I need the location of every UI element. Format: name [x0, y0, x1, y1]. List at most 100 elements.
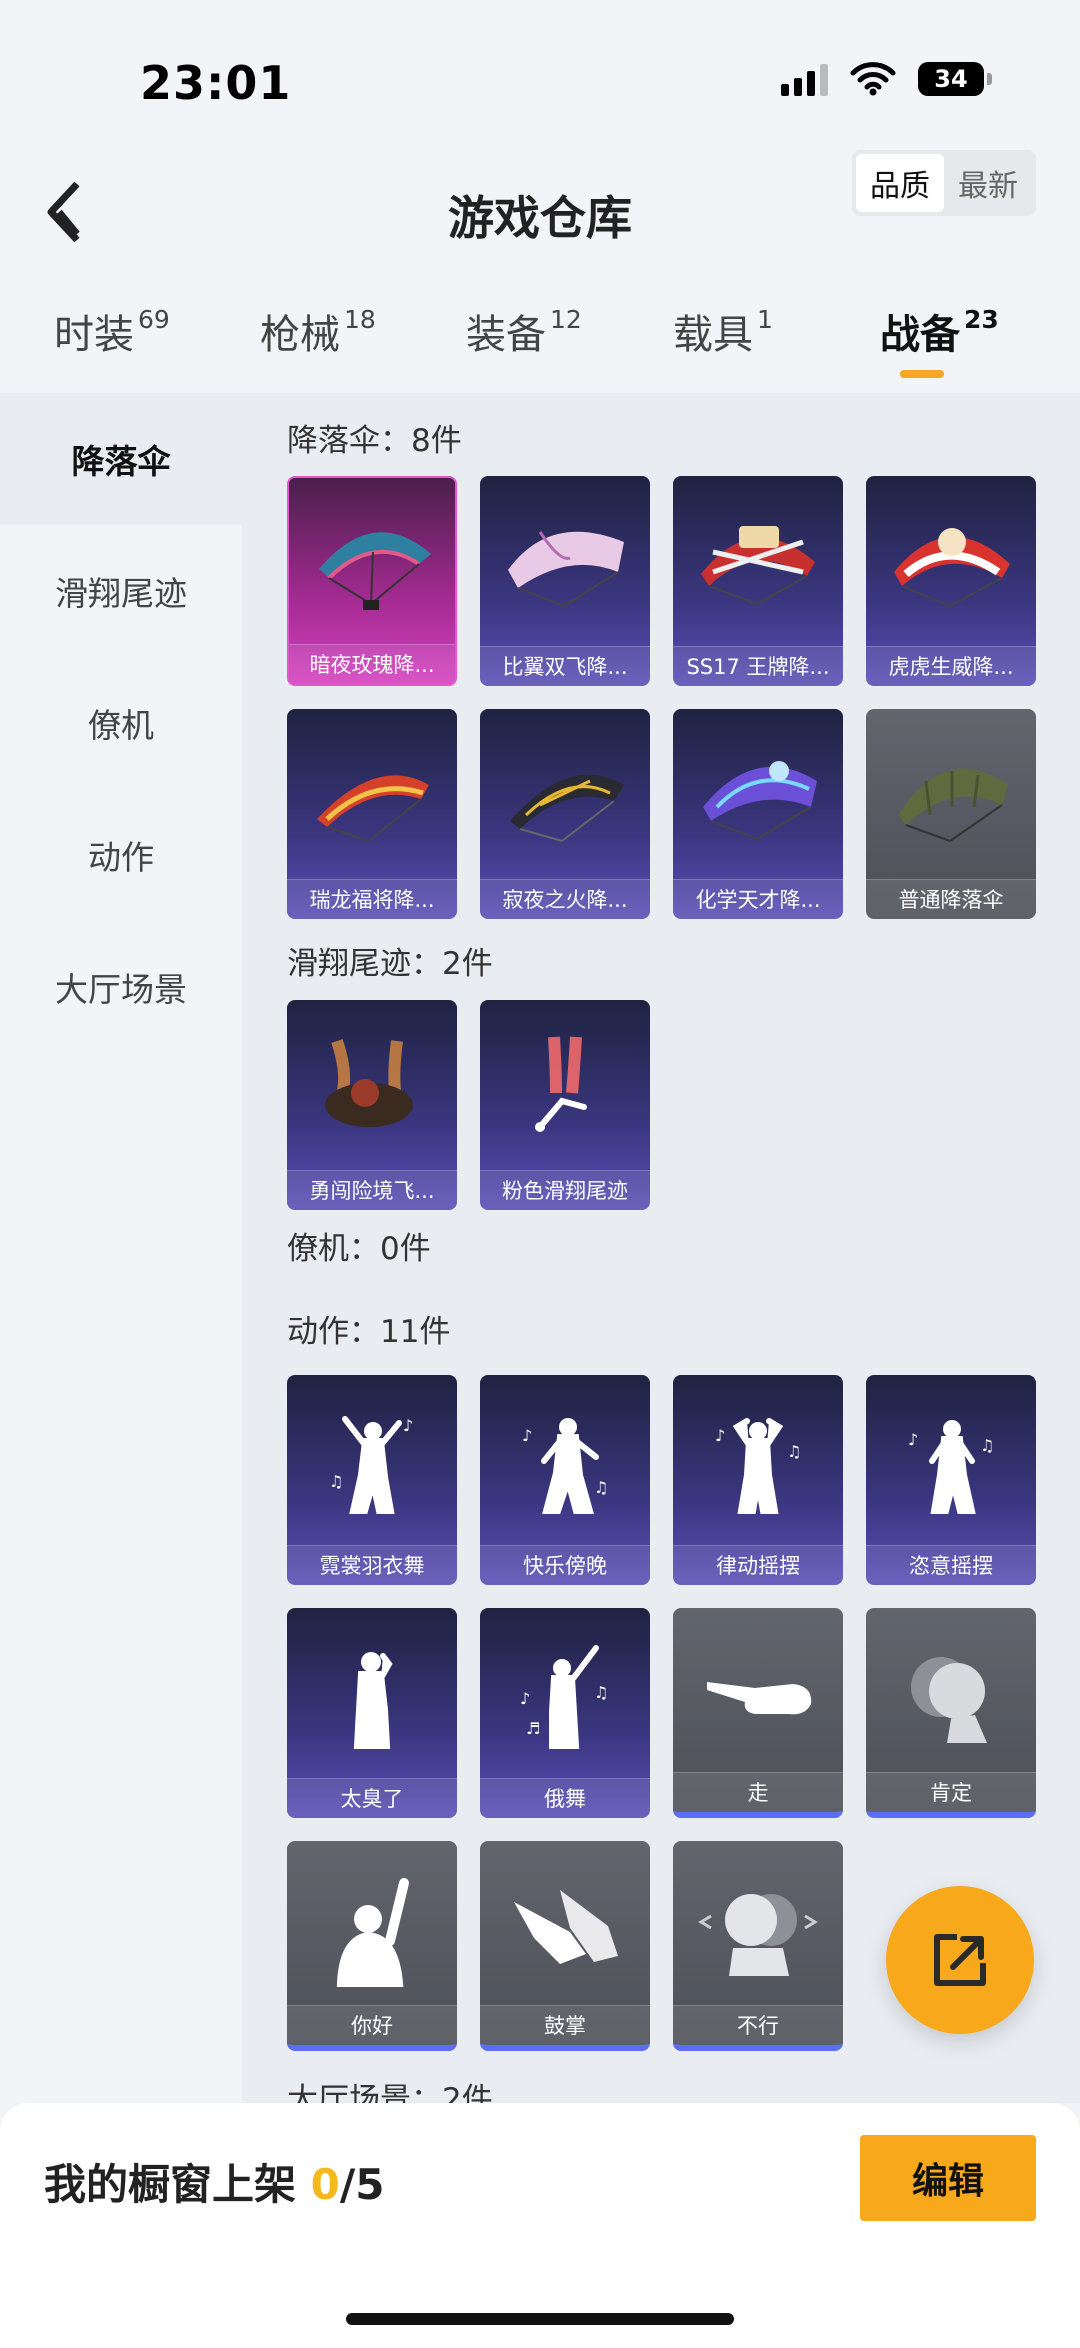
wifi-icon	[850, 62, 896, 96]
tab-fashion[interactable]: 时装 69	[54, 302, 170, 360]
showcase-status: 我的橱窗上架 0/5	[44, 2151, 384, 2212]
dance-icon: ♪ ♫	[287, 1375, 457, 1547]
parachute-icon	[866, 476, 1036, 648]
item-name: 比翼双飞降...	[480, 646, 650, 686]
showcase-label: 我的橱窗上架	[44, 2160, 311, 2209]
item-name: 寂夜之火降...	[480, 879, 650, 919]
section-title-wingman: 僚机：0件	[287, 1231, 431, 1267]
sidebar-item-parachute[interactable]: 降落伞	[0, 393, 242, 525]
dance-icon: ♪ ♫	[866, 1375, 1036, 1547]
item-card[interactable]: 不行	[673, 1841, 843, 2051]
item-card[interactable]: 瑞龙福将降...	[287, 709, 457, 919]
signal-icon	[781, 62, 828, 96]
tab-battle-prep[interactable]: 战备 23	[880, 302, 999, 360]
waving-person-icon	[287, 1841, 457, 2013]
svg-text:♪: ♪	[520, 1689, 530, 1708]
home-indicator	[346, 2313, 734, 2325]
item-card[interactable]: 化学天才降...	[673, 709, 843, 919]
item-name: 勇闯险境飞...	[287, 1170, 457, 1210]
dance-icon: ♪ ♫ ♬	[480, 1608, 650, 1780]
tab-count: 1	[757, 304, 773, 334]
pose-icon	[287, 1608, 457, 1780]
section-title-parachute: 降落伞：8件	[287, 423, 462, 459]
item-name: 律动摇摆	[673, 1545, 843, 1585]
item-card[interactable]: 走	[673, 1608, 843, 1818]
svg-text:♪: ♪	[715, 1426, 725, 1445]
item-name: 不行	[673, 2005, 843, 2045]
item-card[interactable]: 太臭了	[287, 1608, 457, 1818]
sidebar-item-wingman[interactable]: 僚机	[0, 657, 242, 789]
share-button[interactable]	[886, 1886, 1034, 2034]
svg-text:♬: ♬	[526, 1719, 540, 1738]
parachute-icon	[289, 478, 455, 650]
item-name: 霓裳羽衣舞	[287, 1545, 457, 1585]
glide-trail-icon	[287, 1000, 457, 1172]
item-card[interactable]: 粉色滑翔尾迹	[480, 1000, 650, 1210]
nod-head-icon	[866, 1608, 1036, 1780]
item-card[interactable]: 肯定	[866, 1608, 1036, 1818]
item-grid: 降落伞：8件 暗夜玫瑰降... 比翼双飞降... SS17 王牌降... 虎虎生…	[242, 393, 1080, 2103]
edit-button[interactable]: 编辑	[860, 2135, 1036, 2221]
tab-count: 69	[138, 304, 170, 334]
item-name: 化学天才降...	[673, 879, 843, 919]
svg-text:♫: ♫	[594, 1683, 608, 1702]
sidebar-item-lobby-scene[interactable]: 大厅场景	[0, 921, 242, 1053]
item-name: 瑞龙福将降...	[287, 879, 457, 919]
tab-equipment[interactable]: 装备 12	[466, 302, 582, 360]
parachute-icon	[287, 709, 457, 881]
item-name: SS17 王牌降...	[673, 646, 843, 686]
tab-label: 时装	[54, 312, 134, 358]
item-card[interactable]: 寂夜之火降...	[480, 709, 650, 919]
section-title-action: 动作：11件	[287, 1314, 451, 1350]
sidebar: 降落伞 滑翔尾迹 僚机 动作 大厅场景	[0, 393, 242, 2103]
item-name: 普通降落伞	[866, 879, 1036, 919]
item-name: 虎虎生威降...	[866, 646, 1036, 686]
item-card[interactable]: ♪ ♫ 快乐傍晚	[480, 1375, 650, 1585]
item-name: 走	[673, 1772, 843, 1812]
item-card[interactable]: ♪ ♫ 霓裳羽衣舞	[287, 1375, 457, 1585]
dance-icon: ♪ ♫	[480, 1375, 650, 1547]
glide-trail-icon	[480, 1000, 650, 1172]
item-card[interactable]: 比翼双飞降...	[480, 476, 650, 686]
status-icons: 34	[781, 62, 992, 96]
showcase-total: /5	[339, 2160, 385, 2209]
svg-text:♫: ♫	[594, 1478, 608, 1497]
tab-label: 装备	[466, 312, 546, 358]
svg-text:♫: ♫	[980, 1436, 994, 1455]
item-name: 快乐傍晚	[480, 1545, 650, 1585]
item-card[interactable]: ♪ ♫ 恣意摇摆	[866, 1375, 1036, 1585]
header: 游戏仓库 品质 最新	[0, 150, 1080, 280]
tab-firearms[interactable]: 枪械 18	[260, 302, 376, 360]
item-card[interactable]: 勇闯险境飞...	[287, 1000, 457, 1210]
head-shake-icon	[673, 1841, 843, 2013]
item-name: 你好	[287, 2005, 457, 2045]
tab-label: 载具	[673, 312, 753, 358]
status-bar: 23:01 34	[0, 0, 1080, 150]
svg-text:♪: ♪	[908, 1430, 918, 1449]
item-card[interactable]: 虎虎生威降...	[866, 476, 1036, 686]
dance-icon: ♪ ♫	[673, 1375, 843, 1547]
item-card[interactable]: 普通降落伞	[866, 709, 1036, 919]
item-name: 俄舞	[480, 1778, 650, 1818]
item-name: 恣意摇摆	[866, 1545, 1036, 1585]
parachute-icon	[673, 709, 843, 881]
parachute-icon	[673, 476, 843, 648]
showcase-count: 0	[310, 2160, 340, 2209]
sort-quality-button[interactable]: 品质	[856, 154, 944, 212]
battery-icon: 34	[918, 62, 992, 96]
sidebar-item-glide-trail[interactable]: 滑翔尾迹	[0, 525, 242, 657]
item-card[interactable]: ♪ ♫ 律动摇摆	[673, 1375, 843, 1585]
item-card[interactable]: 暗夜玫瑰降...	[287, 476, 457, 686]
tab-label: 战备	[880, 312, 960, 358]
item-card[interactable]: 你好	[287, 1841, 457, 2051]
item-name: 暗夜玫瑰降...	[289, 644, 455, 684]
svg-text:♫: ♫	[787, 1442, 801, 1461]
sidebar-item-action[interactable]: 动作	[0, 789, 242, 921]
active-tab-indicator	[900, 370, 944, 378]
item-card[interactable]: ♪ ♫ ♬ 俄舞	[480, 1608, 650, 1818]
item-card[interactable]: 鼓掌	[480, 1841, 650, 2051]
tab-vehicle[interactable]: 载具 1	[673, 302, 773, 360]
item-card[interactable]: SS17 王牌降...	[673, 476, 843, 686]
sort-newest-button[interactable]: 最新	[944, 154, 1032, 212]
tab-count: 12	[550, 304, 582, 334]
